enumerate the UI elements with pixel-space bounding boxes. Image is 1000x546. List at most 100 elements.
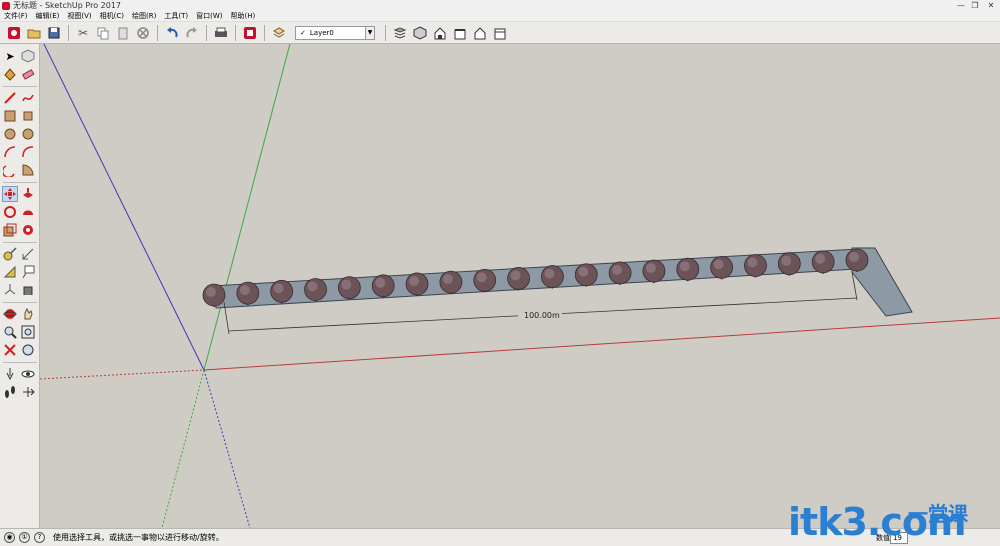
follow-me-icon[interactable] [20,204,36,220]
menu-tools[interactable]: 工具(T) [160,11,192,21]
toolbar-separator [264,24,265,41]
sketchup-window: 无标题 - SketchUp Pro 2017 — ❐ ✕ 文件(F) 编辑(E… [0,0,1000,546]
right-view-icon[interactable] [471,24,489,42]
circle-icon[interactable] [2,126,18,142]
redo-icon[interactable] [183,24,201,42]
menu-file[interactable]: 文件(F) [0,11,32,21]
undo-icon[interactable] [163,24,181,42]
watermark-subtitle: 一堂课 [908,502,968,526]
toolbar-separator [235,24,236,41]
palette-separator [3,182,37,183]
maximize-button[interactable]: ❐ [968,0,982,11]
model-info-icon[interactable] [241,24,259,42]
window-title: 无标题 - SketchUp Pro 2017 [13,1,121,10]
walk-icon[interactable] [2,384,18,400]
save-icon[interactable] [45,24,63,42]
title-bar: 无标题 - SketchUp Pro 2017 — ❐ ✕ [0,0,1000,11]
menu-bar: 文件(F) 编辑(E) 视图(V) 相机(C) 绘图(R) 工具(T) 窗口(W… [0,11,1000,22]
tape-measure-icon[interactable] [2,246,18,262]
credits-icon[interactable]: ① [19,532,30,543]
eraser-icon[interactable] [20,66,36,82]
top-view-icon[interactable] [431,24,449,42]
sketchup-logo-icon [2,1,10,10]
main-toolbar: ✂ ✓ Layer0 ▼ [0,22,1000,44]
text-icon[interactable] [20,264,36,280]
layer-name: Layer0 [309,28,334,37]
palette-separator [3,302,37,303]
menu-view[interactable]: 视图(V) [63,11,95,21]
two-point-arc-icon[interactable] [20,144,36,160]
close-button[interactable]: ✕ [982,0,1000,11]
dimension-label: 100.00m [524,311,560,320]
paste-icon[interactable] [114,24,132,42]
3d-text-icon[interactable] [20,282,36,298]
active-layer-check: ✓ [300,28,306,37]
geo-location-icon[interactable]: ◉ [4,532,15,543]
get-started-icon[interactable] [5,24,23,42]
section-plane-icon[interactable] [20,384,36,400]
layer-dropdown[interactable]: ✓ Layer0 ▼ [295,25,375,40]
look-around-icon[interactable] [20,366,36,382]
blue-axis [43,44,205,371]
axes-icon[interactable] [2,282,18,298]
freehand-icon[interactable] [20,90,36,106]
dimension-icon[interactable] [20,246,36,262]
rotated-rectangle-icon[interactable] [20,108,36,124]
menu-window[interactable]: 窗口(W) [192,11,226,21]
zoom-window-icon[interactable] [20,324,36,340]
back-view-icon[interactable] [491,24,509,42]
paint-bucket-icon[interactable] [2,66,18,82]
front-view-icon[interactable] [451,24,469,42]
blue-axis-negative [203,369,251,528]
position-camera-icon[interactable] [2,366,18,382]
watermark-logo: itk3 .com 一堂课 [788,494,978,542]
menu-edit[interactable]: 编辑(E) [32,11,64,21]
help-icon[interactable]: ? [34,532,45,543]
offset-icon[interactable] [20,222,36,238]
menu-camera[interactable]: 相机(C) [96,11,128,21]
iso-view-icon[interactable] [411,24,429,42]
menu-draw[interactable]: 绘图(R) [128,11,160,21]
print-icon[interactable] [212,24,230,42]
rectangle-icon[interactable] [2,108,18,124]
erase-icon[interactable] [134,24,152,42]
toolbar-separator [157,24,158,41]
toolbar-separator [385,24,386,41]
green-axis-negative [161,369,205,528]
palette-separator [3,362,37,363]
open-icon[interactable] [25,24,43,42]
modeling-viewport[interactable]: 100.00m [40,44,1000,528]
zoom-extents-icon[interactable] [2,342,18,358]
chevron-down-icon[interactable]: ▼ [365,26,374,39]
cut-icon[interactable]: ✂ [74,24,92,42]
pie-icon[interactable] [20,162,36,178]
toolbar-separator [68,24,69,41]
palette-separator [3,86,37,87]
previous-view-icon[interactable] [20,342,36,358]
toolbar-separator [206,24,207,41]
pencil-line-icon[interactable] [2,90,18,106]
scale-icon[interactable] [2,222,18,238]
three-point-arc-icon[interactable] [2,162,18,178]
push-pull-icon[interactable] [20,186,36,202]
layers-icon [270,24,288,42]
minimize-button[interactable]: — [954,0,968,11]
orbit-icon[interactable] [2,306,18,322]
polygon-icon[interactable] [20,126,36,142]
move-icon[interactable] [2,186,18,202]
select-arrow-icon[interactable]: ➤ [2,48,18,64]
zoom-icon[interactable] [2,324,18,340]
arc-icon[interactable] [2,144,18,160]
component-icon[interactable] [20,48,36,64]
pan-icon[interactable] [20,306,36,322]
green-axis [203,44,291,371]
protractor-icon[interactable] [2,264,18,280]
left-tool-palette: ➤ [0,44,40,528]
status-message: 使用选择工具，或挑选一事物以进行移动/旋转。 [53,533,224,542]
layer-manager-icon[interactable] [391,24,409,42]
red-axis-negative [40,369,205,380]
rotate-icon[interactable] [2,204,18,220]
menu-help[interactable]: 帮助(H) [226,11,259,21]
palette-separator [3,242,37,243]
copy-icon[interactable] [94,24,112,42]
